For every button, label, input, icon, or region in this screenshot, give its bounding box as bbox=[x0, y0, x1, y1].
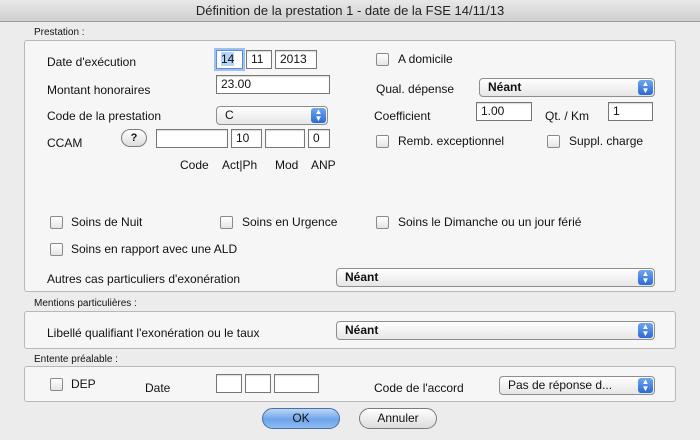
entente-date-month-field[interactable] bbox=[245, 374, 271, 393]
remb-exceptionnel-label: Remb. exceptionnel bbox=[398, 134, 505, 148]
mentions-section-label: Mentions particulières : bbox=[34, 298, 137, 309]
soins-ald-checkbox[interactable] bbox=[50, 243, 63, 256]
suppl-charge-label: Suppl. charge bbox=[569, 134, 644, 148]
soins-urgence-label: Soins en Urgence bbox=[242, 215, 338, 229]
code-accord-label: Code de l'accord bbox=[374, 381, 464, 395]
autres-cas-select[interactable]: Néant ▲ ▼ bbox=[336, 268, 655, 287]
code-accord-value: Pas de réponse d... bbox=[508, 378, 613, 392]
entente-panel: DEP Date Code de l'accord Pas de réponse… bbox=[24, 366, 676, 402]
ccam-label: CCAM bbox=[47, 136, 83, 150]
dep-label: DEP bbox=[71, 377, 96, 391]
ccam-col-act: Act|Ph bbox=[222, 158, 258, 172]
autres-cas-label: Autres cas particuliers d'exonération bbox=[47, 272, 241, 286]
a-domicile-label: A domicile bbox=[398, 52, 453, 66]
date-day-field[interactable]: 14 bbox=[216, 50, 243, 69]
select-arrows-icon: ▲ ▼ bbox=[638, 270, 653, 285]
soins-dimanche-label: Soins le Dimanche ou un jour férié bbox=[398, 215, 582, 229]
qt-km-field[interactable]: 1 bbox=[608, 102, 653, 121]
cancel-button[interactable]: Annuler bbox=[359, 408, 437, 429]
qt-km-label: Qt. / Km bbox=[545, 109, 590, 123]
a-domicile-checkbox[interactable] bbox=[376, 53, 389, 66]
soins-dimanche-checkbox[interactable] bbox=[376, 216, 389, 229]
entente-section-label: Entente préalable : bbox=[34, 354, 118, 365]
code-prestation-label: Code de la prestation bbox=[47, 109, 162, 123]
select-arrows-icon: ▲ ▼ bbox=[638, 378, 653, 393]
qual-depense-label: Qual. dépense bbox=[376, 82, 455, 96]
remb-exceptionnel-checkbox[interactable] bbox=[376, 135, 389, 148]
select-arrows-icon: ▲ ▼ bbox=[638, 323, 653, 338]
qual-depense-select[interactable]: Néant ▲ ▼ bbox=[479, 78, 655, 97]
ccam-col-anp: ANP bbox=[311, 158, 336, 172]
coefficient-label: Coefficient bbox=[374, 109, 431, 123]
libelle-value: Néant bbox=[345, 323, 379, 337]
ccam-act-field[interactable]: 10 bbox=[231, 129, 262, 148]
soins-nuit-checkbox[interactable] bbox=[50, 216, 63, 229]
autres-cas-value: Néant bbox=[345, 270, 379, 284]
date-year-field[interactable]: 2013 bbox=[275, 50, 317, 69]
soins-urgence-checkbox[interactable] bbox=[220, 216, 233, 229]
date-month-field[interactable]: 11 bbox=[246, 50, 272, 69]
montant-label: Montant honoraires bbox=[47, 83, 151, 97]
libelle-select[interactable]: Néant ▲ ▼ bbox=[336, 321, 655, 340]
coefficient-field[interactable]: 1.00 bbox=[476, 102, 532, 121]
date-day-value: 14 bbox=[221, 52, 235, 66]
ccam-code-field[interactable] bbox=[156, 129, 228, 148]
code-prestation-value: C bbox=[225, 108, 234, 122]
ok-button[interactable]: OK bbox=[262, 408, 340, 429]
mentions-panel: Libellé qualifiant l'exonération ou le t… bbox=[24, 311, 676, 349]
ccam-col-mod: Mod bbox=[275, 158, 299, 172]
select-arrows-icon: ▲ ▼ bbox=[638, 80, 653, 95]
ccam-mod-field[interactable] bbox=[265, 129, 305, 148]
code-accord-select[interactable]: Pas de réponse d... ▲ ▼ bbox=[499, 376, 655, 395]
prestation-section-label: Prestation : bbox=[34, 27, 85, 38]
prestation-panel: Date d'exécution 14 11 2013 A domicile M… bbox=[24, 40, 676, 292]
entente-date-year-field[interactable] bbox=[274, 374, 319, 393]
code-prestation-select[interactable]: C ▲ ▼ bbox=[216, 106, 328, 125]
libelle-label: Libellé qualifiant l'exonération ou le t… bbox=[47, 326, 260, 340]
entente-date-day-field[interactable] bbox=[216, 374, 242, 393]
qual-depense-value: Néant bbox=[488, 80, 522, 94]
entente-date-label: Date bbox=[145, 381, 171, 395]
soins-nuit-label: Soins de Nuit bbox=[71, 215, 143, 229]
ccam-help-button[interactable]: ? bbox=[121, 129, 147, 147]
soins-ald-label: Soins en rapport avec une ALD bbox=[71, 242, 238, 256]
window-title: Définition de la prestation 1 - date de … bbox=[0, 0, 700, 22]
montant-field[interactable]: 23.00 bbox=[216, 75, 330, 94]
date-execution-label: Date d'exécution bbox=[47, 55, 137, 69]
select-arrows-icon: ▲ ▼ bbox=[311, 108, 326, 123]
ccam-anp-field[interactable]: 0 bbox=[308, 129, 330, 148]
dep-checkbox[interactable] bbox=[50, 378, 63, 391]
ccam-col-code: Code bbox=[180, 158, 209, 172]
suppl-charge-checkbox[interactable] bbox=[547, 135, 560, 148]
